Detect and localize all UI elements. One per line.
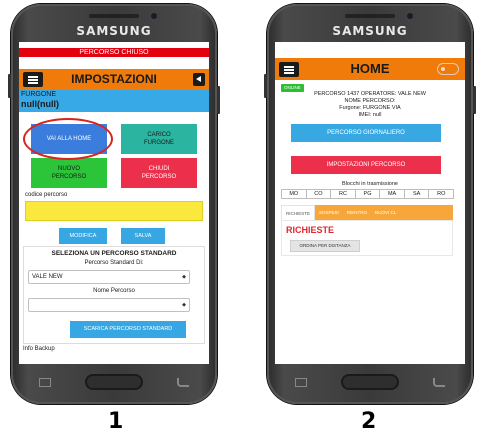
day-block[interactable]: MO (281, 189, 307, 199)
tab-nuovi-clienti[interactable]: NUOVI CL (371, 205, 400, 220)
power-button (217, 86, 220, 114)
app-logo (437, 63, 459, 75)
furgone-bar: FURGONE null(null) (19, 90, 209, 112)
navigation-bar (11, 366, 217, 394)
volume-button (264, 74, 267, 98)
volume-button (8, 74, 11, 98)
highlight-circle (23, 118, 113, 160)
page-title: IMPOSTAZIONI (71, 72, 157, 86)
select-arrow-icon: ◆ (182, 274, 186, 280)
caption-2: 2 (361, 409, 377, 434)
phone-brand: SAMSUNG (76, 24, 152, 38)
ordina-per-distanza-button[interactable]: ORDINA PER DISTANZA (290, 240, 360, 252)
nome-percorso-label: Nome Percorso (93, 288, 135, 294)
caption-1: 1 (108, 409, 124, 434)
phone-brand: SAMSUNG (332, 24, 408, 38)
front-camera (407, 13, 413, 19)
speaker-grille (345, 14, 395, 18)
phone-2: SAMSUNG HOME ONLINE PERCORSO 1437 OPERAT… (264, 4, 476, 404)
info-backup-label: Info Backup (23, 346, 55, 352)
power-button (473, 86, 476, 114)
tab-rientro[interactable]: RIENTRO (343, 205, 371, 220)
day-block[interactable]: PG (354, 189, 381, 199)
percorso-giornaliero-button[interactable]: PERCORSO GIORNALIERO (291, 124, 441, 142)
tab-sospesi[interactable]: SOSPESI (315, 205, 343, 220)
day-block[interactable]: RC (330, 189, 356, 199)
day-block[interactable]: SA (403, 189, 430, 199)
chiudi-percorso-button[interactable]: CHIUDI PERCORSO (121, 158, 197, 188)
speaker-grille (89, 14, 139, 18)
screen-impostazioni: PERCORSO CHIUSO IMPOSTAZIONI FURGONE nul… (19, 42, 209, 364)
percorso-standard-panel: SELEZIONA UN PERCORSO STANDARD Percorso … (23, 246, 205, 344)
richieste-panel: RICHIESTE ORDINA PER DISTANZA (281, 220, 453, 256)
recent-apps-icon[interactable] (39, 378, 51, 387)
percorso-standard-label: Percorso Standard Di: (84, 260, 144, 266)
back-arrow-icon[interactable] (193, 73, 205, 86)
back-key-icon[interactable] (433, 378, 445, 387)
select-arrow-icon: ◆ (182, 302, 186, 308)
day-block[interactable]: MA (379, 189, 405, 199)
salva-button[interactable]: SALVA (121, 228, 165, 244)
impostazioni-percorso-button[interactable]: IMPOSTAZIONI PERCORSO (291, 156, 441, 174)
app-header: HOME (275, 58, 465, 80)
modifica-button[interactable]: MODIFICA (59, 228, 107, 244)
percorso-standard-value: VALE NEW (32, 274, 63, 280)
app-header: IMPOSTAZIONI (19, 69, 209, 90)
furgone-line: Furgone: FURGONE VIA (339, 105, 401, 111)
imei-line: IMEI: null (358, 112, 382, 118)
scarica-percorso-standard-button[interactable]: SCARICA PERCORSO STANDARD (70, 321, 186, 338)
recent-apps-icon[interactable] (295, 378, 307, 387)
home-hardware-button[interactable] (341, 374, 399, 390)
codice-percorso-input[interactable] (25, 201, 203, 221)
status-bar (275, 42, 465, 56)
furgone-value: null(null) (21, 99, 59, 109)
day-block[interactable]: CO (305, 189, 332, 199)
back-key-icon[interactable] (177, 378, 189, 387)
nuovo-percorso-button[interactable]: NUOVO PERCORSO (31, 158, 107, 188)
phone-1: SAMSUNG PERCORSO CHIUSO IMPOSTAZIONI FUR… (8, 4, 220, 404)
front-camera (151, 13, 157, 19)
furgone-label: FURGONE (21, 91, 56, 98)
day-blocks: MO CO RC PG MA SA RO (281, 189, 455, 199)
codice-percorso-label: codice percorso (25, 192, 68, 198)
navigation-bar (267, 366, 473, 394)
tab-bar: RICHIESTE SOSPESI RIENTRO NUOVI CL (281, 205, 453, 220)
screen-home: HOME ONLINE PERCORSO 1437 OPERATORE: VAL… (275, 42, 465, 364)
panel-title: SELEZIONA UN PERCORSO STANDARD (51, 250, 177, 257)
tab-richieste[interactable]: RICHIESTE (281, 205, 316, 220)
home-hardware-button[interactable] (85, 374, 143, 390)
nome-percorso-line: NOME PERCORSO: (344, 98, 396, 104)
percorso-chiuso-banner: PERCORSO CHIUSO (19, 48, 209, 57)
blocchi-trasmissione-label: Blocchi in trasmissione (342, 181, 398, 187)
percorso-operatore-line: PERCORSO 1437 OPERATORE: VALE NEW (314, 91, 426, 97)
nome-percorso-select[interactable]: ◆ (28, 298, 190, 312)
carico-furgone-button[interactable]: CARICO FURGONE (121, 124, 197, 154)
day-block[interactable]: RO (428, 189, 455, 199)
section-title: RICHIESTE (286, 225, 335, 235)
percorso-standard-select[interactable]: VALE NEW ◆ (28, 270, 190, 284)
